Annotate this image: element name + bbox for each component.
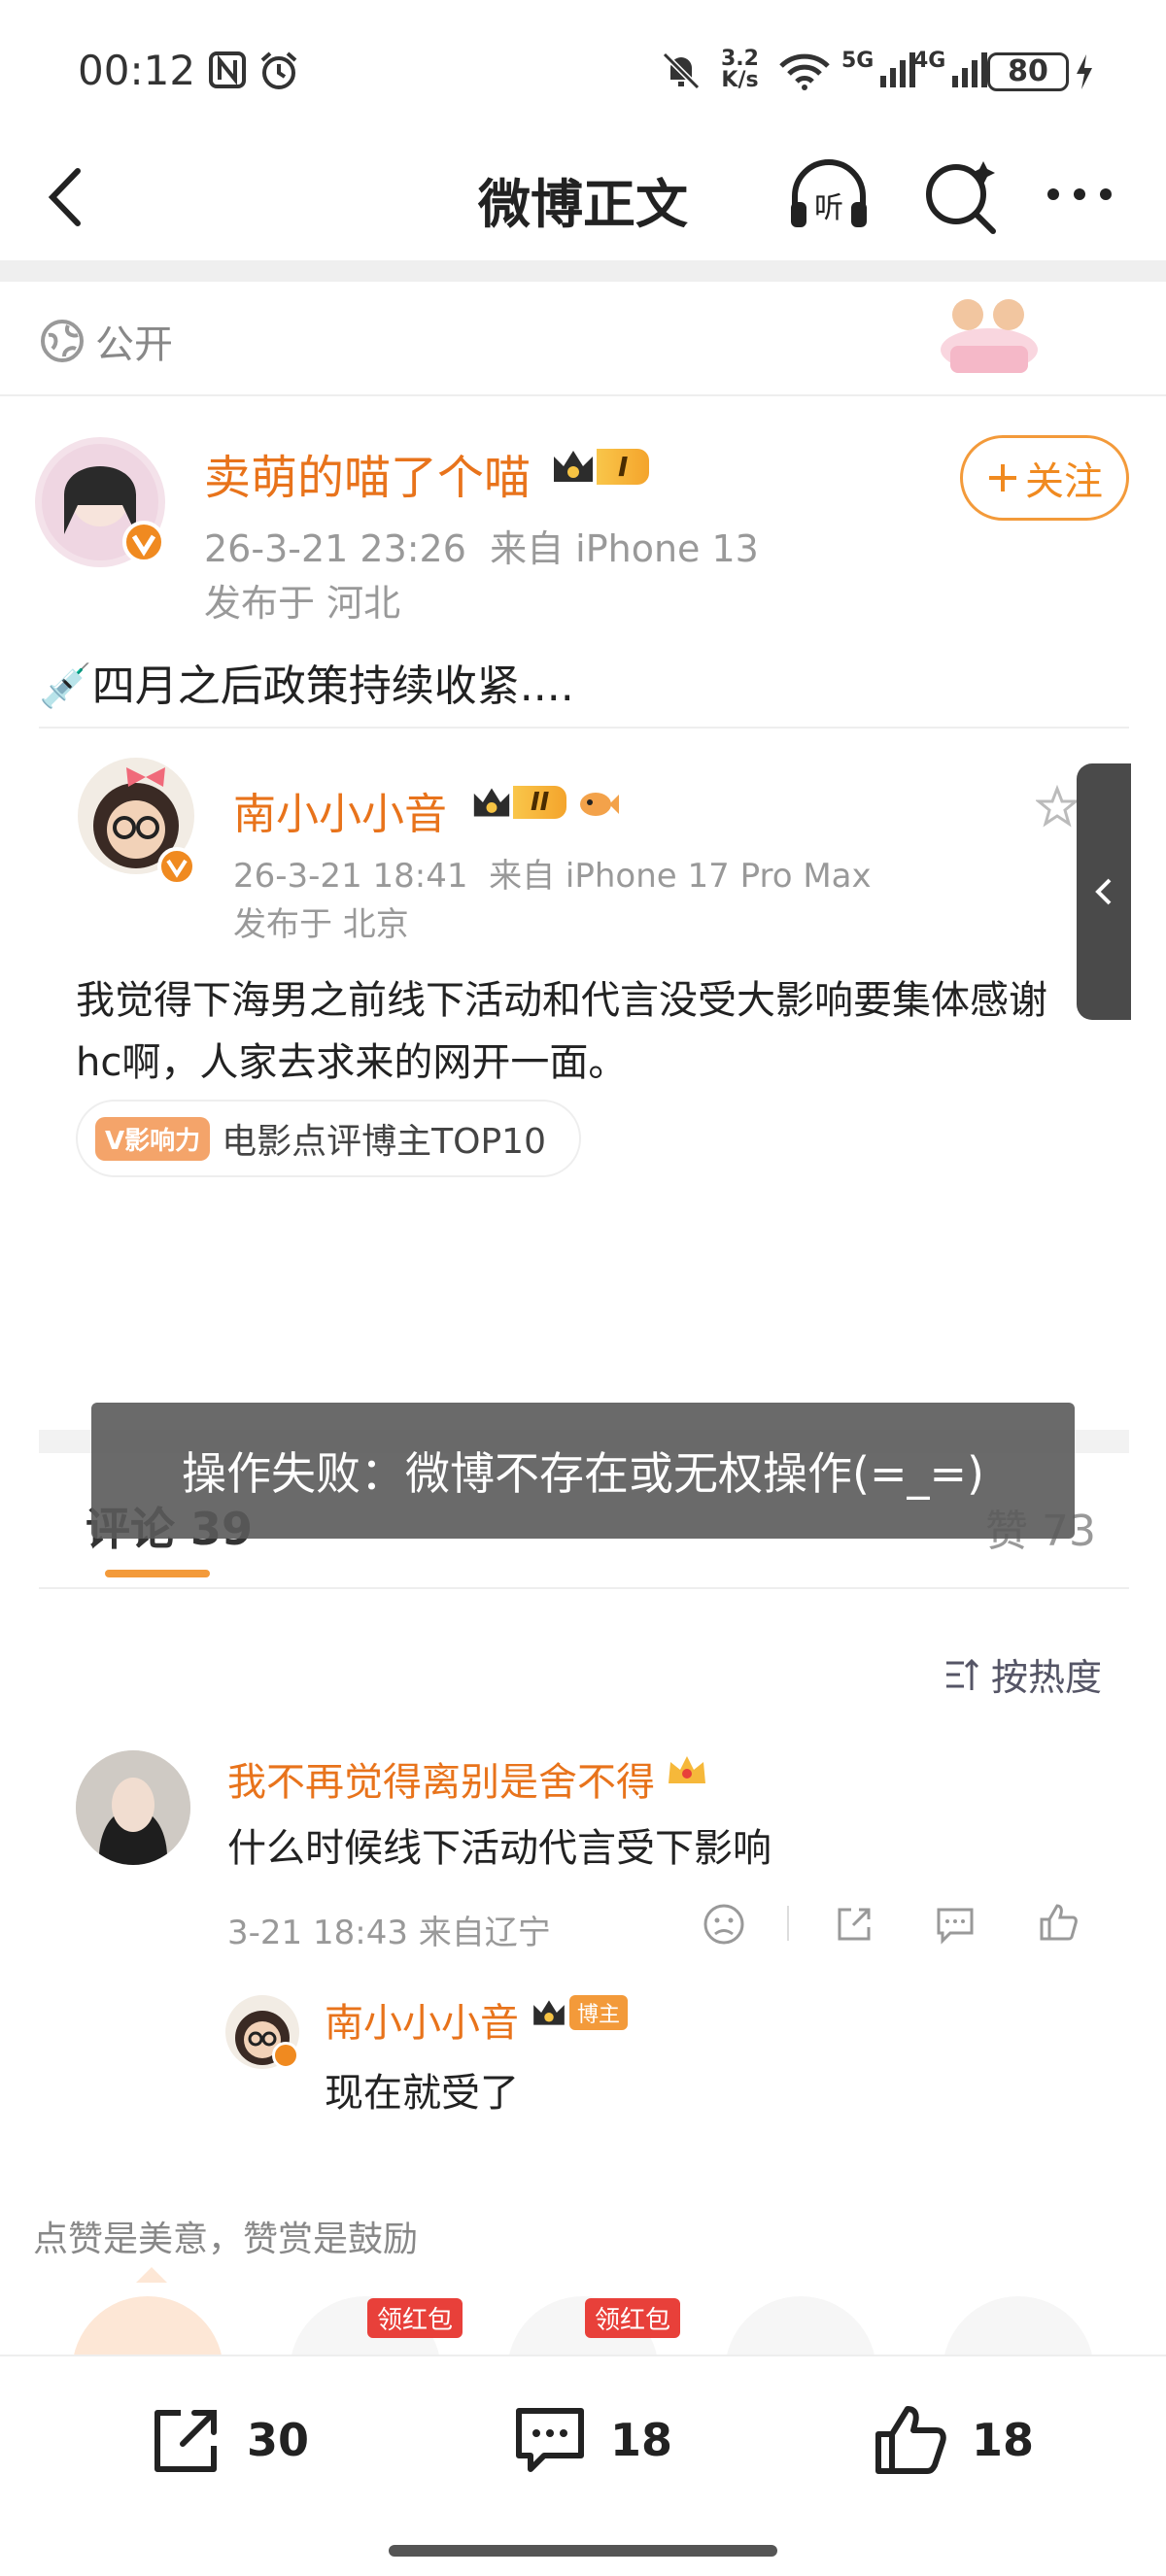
chevron-left-icon [1095,878,1112,905]
divider [0,394,1166,396]
like-icon [875,2406,946,2474]
member-crown-badge: I [550,445,650,488]
follow-button[interactable]: 关注 [960,435,1129,521]
headphones-icon: 听 [791,159,867,227]
post-location: 发布于 河北 [204,582,401,625]
influence-tag[interactable]: V影响力 电影点评博主TOP10 [76,1100,581,1177]
comment-share-icon[interactable] [832,1902,876,1950]
verified-badge-icon [157,847,196,886]
divider [39,727,1129,729]
plus-icon [989,464,1016,491]
vip-crown-icon [665,1748,709,1795]
comment-meta: 3-21 18:43 来自辽宁 [227,1914,551,1952]
search-button[interactable] [917,152,1005,239]
comment-like-icon[interactable] [1036,1900,1080,1949]
influence-tag-label: 电影点评博主TOP10 [222,1122,546,1162]
globe-icon [41,320,84,362]
comment-text: 什么时候线下活动代言受下影响 [227,1826,772,1871]
battery-indicator: 80 [987,52,1069,91]
decoration-sticker [931,282,1047,385]
reply-author-name[interactable]: 南小小小音 [325,1991,519,2048]
verified-badge-icon [122,521,165,563]
retweet-location: 发布于 北京 [233,905,409,944]
signal-4g-icon: 4G [913,49,989,93]
post-text: 💉四月之后政策持续收紧.... [39,661,574,711]
influence-badge: V影响力 [95,1116,211,1161]
nfc-icon [208,51,247,98]
crown-icon [473,788,510,817]
mute-icon [661,51,702,95]
error-toast: 操作失败：微博不存在或无权操作(=_=) [91,1403,1075,1539]
comment-icon [516,2408,584,2472]
dislike-face-icon[interactable] [702,1902,746,1950]
active-tab-indicator [105,1570,210,1577]
search-icon [926,161,996,234]
more-button[interactable] [1036,152,1123,239]
crown-icon [533,2000,565,2025]
section-separator [0,260,1166,282]
retweet-author-name[interactable]: 南小小小音 [233,779,447,841]
star-icon[interactable] [1034,784,1080,831]
home-indicator[interactable] [389,2545,777,2557]
retweet-timestamp-source: 26-3-21 18:41 来自 iPhone 17 Pro Max [233,857,872,896]
wifi-icon [777,52,832,95]
fish-icon [580,793,620,816]
retweet-text: 我觉得下海男之前线下活动和代言没受大影响要集体感谢hc啊，人家去求来的网开一面。 [76,978,1047,1085]
divider [787,1906,789,1941]
listen-button[interactable]: 听 [785,152,873,239]
red-packet-tag: 领红包 [367,2298,463,2338]
sort-icon [946,1658,979,1690]
post-timestamp-source: 26-3-21 23:26 来自 iPhone 13 [204,527,759,570]
commenter-name[interactable]: 我不再觉得离别是舍不得 [227,1750,655,1807]
status-time: 00:12 [78,47,196,94]
reward-caption: 点赞是美意，赞赏是鼓励 [33,2220,419,2259]
author-name[interactable]: 卖萌的喵了个喵 [204,439,531,507]
share-icon [154,2410,217,2472]
blogger-badge: 博主 [531,1995,629,2030]
side-panel-toggle[interactable] [1077,763,1131,1020]
signal-5g-icon: 5G [841,49,917,93]
reply-text: 现在就受了 [325,2071,519,2116]
share-button[interactable]: 30 [146,2399,309,2481]
verified-badge-icon [272,2042,299,2069]
commenter-avatar[interactable] [76,1750,190,1865]
net-speed: 3.2 K/s [721,47,759,92]
more-dots-icon [1047,188,1112,200]
svg-text:听: 听 [814,191,843,225]
sort-by-hot-button[interactable]: 按热度 [943,1647,1102,1701]
alarm-icon [258,51,299,95]
red-packet-tag: 领红包 [585,2298,681,2338]
visibility-label: 公开 [95,322,173,367]
charging-icon [1073,52,1096,95]
crown-icon [554,451,593,482]
visibility-row: 公开 [39,313,173,369]
like-button[interactable]: 18 [871,2399,1034,2481]
retweet-member-badge: II [470,781,621,824]
comment-button[interactable]: 18 [509,2399,672,2481]
divider [39,1587,1129,1589]
comment-reply-icon[interactable] [933,1902,977,1950]
reward-pointer [136,2267,167,2283]
